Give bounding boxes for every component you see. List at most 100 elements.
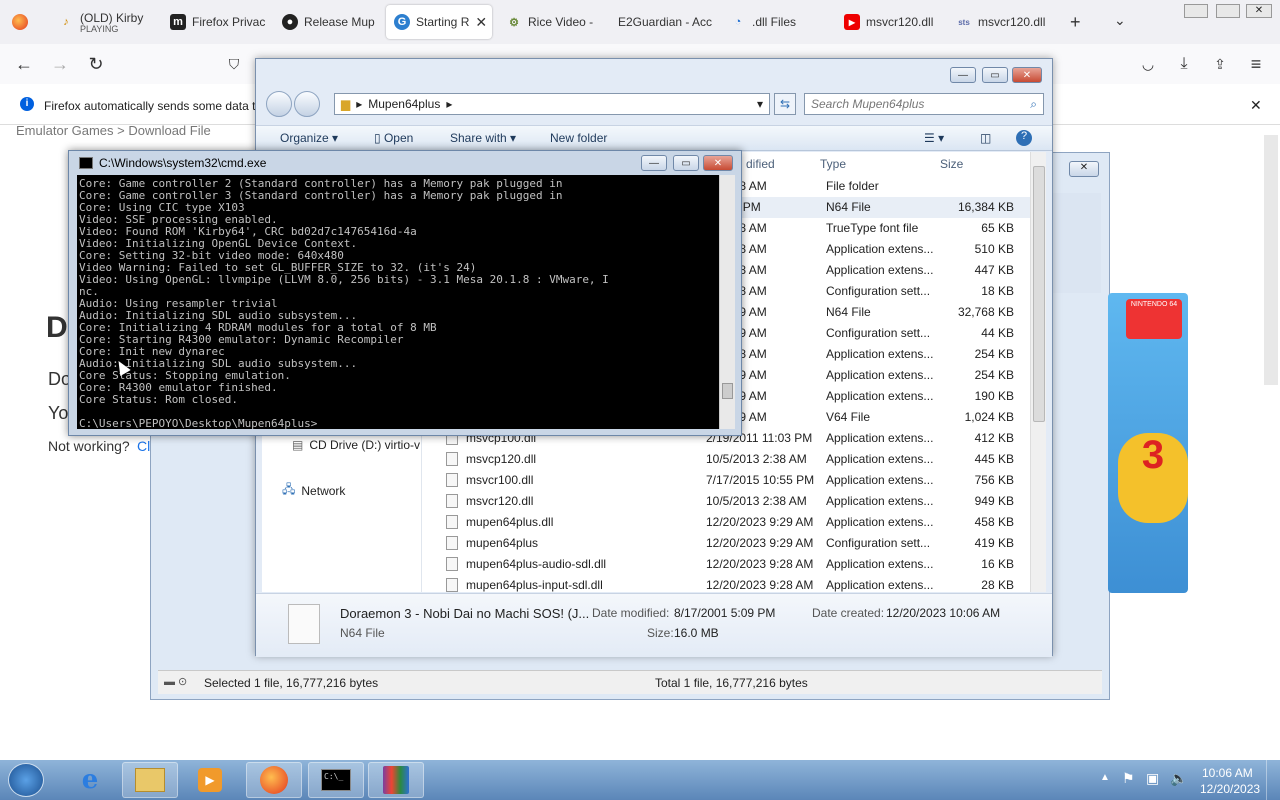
help-icon[interactable]: ? [1016,130,1032,146]
scrollbar-thumb[interactable] [722,383,733,399]
clock-time[interactable]: 10:06 AM [1202,766,1253,780]
window-close-icon[interactable]: ✕ [1246,4,1272,18]
cell-type: Configuration sett... [826,284,931,298]
tab-label: msvcr120.dll [866,15,934,29]
tab-8[interactable]: sts msvcr120.dll [948,5,1054,39]
menu-icon[interactable]: ≡ [1244,52,1268,76]
preview-pane-icon[interactable]: ◫ [980,131,991,145]
view-options-icon[interactable]: ☰ ▾ [924,131,944,145]
close-icon[interactable]: ✕ [1012,67,1042,83]
back-button[interactable] [266,91,292,117]
firefox-icon[interactable] [246,762,302,798]
cd-drive-icon: ▤ [292,438,304,452]
table-row[interactable]: mupen64plus.dll 12/20/2023 9:29 AM Applica… [436,512,1036,533]
dll-icon: ◔ [734,16,742,28]
column-size[interactable]: Size [940,152,963,176]
extensions-icon[interactable]: ⇪ [1208,52,1232,76]
column-type[interactable]: Type [820,152,846,176]
nav-item-cd-drive[interactable]: ▤ CD Drive (D:) virtio-v [292,438,420,452]
minimize-icon[interactable]: — [641,155,667,171]
window-close-icon[interactable]: ✕ [1069,161,1099,177]
close-icon[interactable]: ✕ [475,14,487,31]
download-icon[interactable]: ⤓ [1172,52,1196,76]
cell-type: V64 File [826,410,871,424]
close-icon[interactable]: ✕ [1250,97,1262,114]
flag-icon[interactable]: ⚑ [1122,770,1135,787]
cell-size: 44 KB [981,326,1014,340]
page-line-2: Yo [48,403,69,423]
cell-type: Configuration sett... [826,326,931,340]
open-label: Open [383,131,414,145]
minimize-icon[interactable]: — [950,67,976,83]
not-working-link[interactable]: Cl [137,438,150,454]
file-icon [446,494,458,508]
tab-3[interactable]: G Starting R ✕ [386,5,492,39]
tab-list-chevron-icon[interactable]: ⌄ [1114,12,1126,29]
not-working-text: Not working? [48,438,130,454]
new-tab-plus-icon[interactable]: + [1070,12,1081,33]
table-row[interactable]: mupen64plus-audio-sdl.dll 12/20/2023 9:28… [436,554,1036,575]
forward-button[interactable] [294,91,320,117]
table-row[interactable]: mupen64plus 12/20/2023 9:29 AM Configurati… [436,533,1036,554]
winrar-icon[interactable] [368,762,424,798]
tab-5[interactable]: E2Guardian - Acc [610,5,716,39]
console-text: Core: Game controller 2 (Standard contro… [77,175,719,430]
nav-item-network[interactable]: 🖧 Network [282,480,345,501]
start-orb-icon[interactable] [8,763,44,797]
console-scrollbar[interactable] [719,175,735,429]
file-explorer-icon[interactable] [122,762,178,798]
cell-name: mupen64plus [466,536,539,550]
nav-item-label: Network [301,483,346,498]
tab-4[interactable]: ⚙ Rice Video - [498,5,604,39]
tray-arrow-icon[interactable]: ▲ [1100,772,1110,783]
cell-size: 254 KB [974,368,1014,382]
back-arrow-icon[interactable]: ← [12,52,36,76]
window-maximize-icon[interactable] [1216,4,1240,18]
breadcrumb[interactable]: Emulator Games > Download File [16,123,211,138]
scrollbar-thumb[interactable] [1033,166,1045,422]
vertical-scrollbar[interactable] [1030,152,1046,592]
column-modified[interactable]: dified [746,152,775,176]
new-folder-button[interactable]: New folder [550,131,607,145]
pocket-icon[interactable]: ◡ [1136,52,1160,76]
window-minimize-icon[interactable] [1184,4,1208,18]
maximize-icon[interactable]: ▭ [982,67,1008,83]
tab-0[interactable]: ♪ (OLD) Kirby PLAYING [50,5,150,39]
network-icon: 🖧 [282,482,296,496]
file-icon [446,557,458,571]
address-bar[interactable]: ▆ ▸ Mupen64plus ▸ ▾ [334,93,770,115]
network-tray-icon[interactable]: ▣ [1146,770,1159,787]
tab-label: Firefox Privac [192,15,266,29]
media-player-icon[interactable]: ▶ [182,762,238,798]
tab-1[interactable]: m Firefox Privac [162,5,270,39]
cmd-icon[interactable]: C:\_ [308,762,364,798]
tab-2[interactable]: ● Release Mup [274,5,380,39]
reload-icon[interactable]: ↻ [84,52,108,76]
console-output[interactable]: Core: Game controller 2 (Standard contro… [77,175,719,429]
search-input[interactable]: Search Mupen64plus ⌕ [804,93,1044,115]
forward-arrow-icon[interactable]: → [48,52,72,76]
nav-item-label: CD Drive (D:) virtio-v [309,438,421,452]
table-row[interactable]: msvcr120.dll 10/5/2013 2:38 AM Application… [436,491,1036,512]
chevron-right-icon: ▸ [356,97,363,111]
tab-6[interactable]: ◔ .dll Files [722,5,828,39]
close-icon[interactable]: ✕ [703,155,733,171]
maximize-icon[interactable]: ▭ [673,155,699,171]
table-row[interactable]: msvcr100.dll 7/17/2015 10:55 PM Applicatio… [436,470,1036,491]
chevron-down-icon[interactable]: ▾ [757,97,763,111]
page-scrollbar[interactable] [1264,135,1278,385]
clock-date[interactable]: 12/20/2023 [1200,782,1260,796]
table-row[interactable]: msvcp120.dll 10/5/2013 2:38 AM Application… [436,449,1036,470]
share-with-button[interactable]: Share with ▾ [450,131,516,145]
refresh-icon[interactable]: ⇆ [774,93,796,115]
open-button[interactable]: ▯ Open [374,131,413,145]
shield-icon[interactable]: ⛉ [222,52,246,76]
volume-icon[interactable]: 🔈 [1170,770,1187,787]
show-desktop-button[interactable] [1266,760,1280,800]
search-placeholder: Search Mupen64plus [811,97,925,111]
internet-explorer-icon[interactable]: e [62,762,118,798]
cell-size: 458 KB [974,515,1014,529]
tab-7[interactable]: ▶ msvcr120.dll [836,5,942,39]
organize-button[interactable]: Organize ▾ [280,131,338,145]
taskbar: e ▶ C:\_ ▲ ⚑ ▣ 🔈 10:06 AM 12/20/2023 [0,760,1280,800]
